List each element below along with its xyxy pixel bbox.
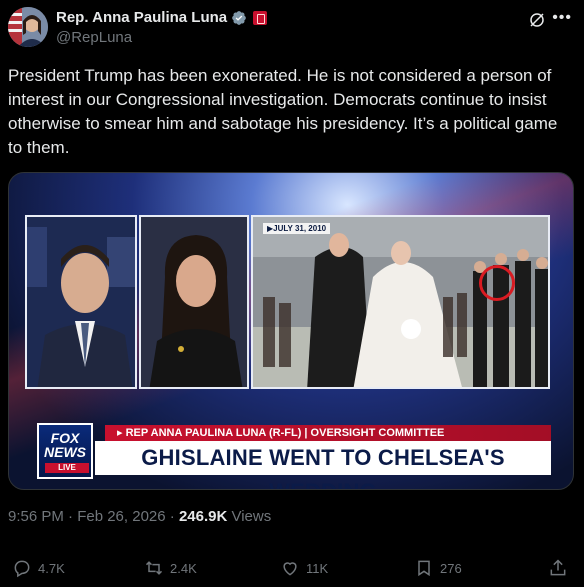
like-button[interactable]: 11K	[280, 558, 328, 578]
avatar-image	[8, 7, 48, 47]
tweet-media[interactable]: ▶JULY 31, 2010 FOX NEWS LIVE ▸ REP ANNA …	[8, 172, 574, 490]
network-logo-text: FOX NEWS	[44, 430, 86, 460]
chyron: FOX NEWS LIVE ▸ REP ANNA PAULINA LUNA (R…	[9, 419, 573, 489]
avatar[interactable]	[8, 7, 48, 47]
views-label: Views	[227, 508, 272, 525]
like-icon	[283, 562, 297, 576]
like-count: 11K	[306, 560, 329, 576]
verified-badge-icon[interactable]	[231, 10, 247, 26]
chyron-headline: GHISLAINE WENT TO CHELSEA'S WEDDING	[95, 441, 551, 489]
network-logo: FOX NEWS LIVE	[37, 423, 93, 479]
bookmark-count: 276	[440, 560, 462, 576]
tweet-header: Rep. Anna Paulina Luna @RepLuna •••	[8, 7, 576, 49]
highlight-circle	[479, 265, 515, 301]
action-bar: 4.7K 2.4K 11K 276	[8, 558, 576, 582]
video-panel-guest	[139, 215, 249, 389]
bookmark-icon	[418, 560, 430, 577]
reply-icon	[14, 560, 30, 578]
repost-button[interactable]: 2.4K	[144, 558, 197, 578]
bookmark-button[interactable]: 276	[414, 558, 462, 578]
more-icon[interactable]: •••	[552, 9, 572, 27]
video-panel-host	[25, 215, 137, 389]
tweet-meta: 9:56 PM · Feb 26, 2026 · 246.9K Views	[8, 508, 271, 525]
share-icon	[550, 559, 566, 576]
chyron-subline: ▸ REP ANNA PAULINA LUNA (R-FL) | OVERSIG…	[105, 425, 551, 441]
repost-icon	[145, 561, 163, 575]
repost-count: 2.4K	[170, 560, 197, 576]
display-name[interactable]: Rep. Anna Paulina Luna	[56, 9, 227, 26]
reply-button[interactable]: 4.7K	[12, 558, 65, 578]
share-button[interactable]	[548, 558, 568, 578]
handle[interactable]: @RepLuna	[56, 29, 132, 46]
name-row: Rep. Anna Paulina Luna	[56, 9, 268, 26]
live-badge: LIVE	[45, 463, 89, 473]
tweet-text: President Trump has been exonerated. He …	[8, 66, 558, 157]
archive-date-tag: ▶JULY 31, 2010	[263, 223, 331, 234]
grok-icon[interactable]	[528, 11, 546, 29]
video-panel-archive: ▶JULY 31, 2010	[251, 215, 550, 389]
timestamp[interactable]: 9:56 PM · Feb 26, 2026 ·	[8, 508, 179, 525]
reply-count: 4.7K	[38, 560, 65, 576]
views-count[interactable]: 246.9K	[179, 508, 227, 525]
government-badge-icon[interactable]	[253, 10, 268, 25]
